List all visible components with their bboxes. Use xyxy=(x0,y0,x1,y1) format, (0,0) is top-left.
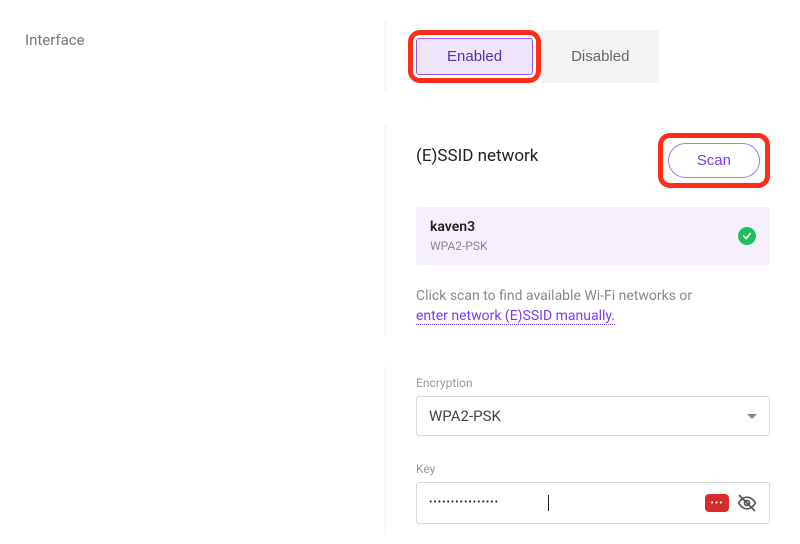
interface-label: Interface xyxy=(25,31,85,49)
key-label: Key xyxy=(416,462,770,476)
encryption-value: WPA2-PSK xyxy=(429,407,501,425)
enter-ssid-manually-link[interactable]: enter network (E)SSID manually. xyxy=(416,308,615,325)
password-manager-icon[interactable]: ••• xyxy=(705,494,729,512)
selected-network-name: kaven3 xyxy=(430,219,488,235)
enabled-button[interactable]: Enabled xyxy=(416,38,533,75)
selected-network[interactable]: kaven3 WPA2-PSK xyxy=(416,207,770,265)
highlight-scan: Scan xyxy=(658,133,770,188)
check-icon xyxy=(738,227,756,245)
disabled-button[interactable]: Disabled xyxy=(541,30,659,83)
ssid-hint: Click scan to find available Wi-Fi netwo… xyxy=(416,287,770,326)
key-value: •••••••••••••••• xyxy=(429,495,549,511)
key-input[interactable]: •••••••••••••••• ••• xyxy=(416,482,770,524)
selected-network-encryption: WPA2-PSK xyxy=(430,239,488,253)
highlight-enabled: Enabled xyxy=(408,30,541,83)
eye-off-icon[interactable] xyxy=(737,493,757,513)
scan-button[interactable]: Scan xyxy=(668,143,760,178)
encryption-label: Encryption xyxy=(416,376,770,390)
encryption-select[interactable]: WPA2-PSK xyxy=(416,396,770,436)
chevron-down-icon xyxy=(747,414,757,419)
ssid-title: (E)SSID network xyxy=(416,146,538,166)
interface-toggle: Enabled Disabled xyxy=(408,30,770,83)
